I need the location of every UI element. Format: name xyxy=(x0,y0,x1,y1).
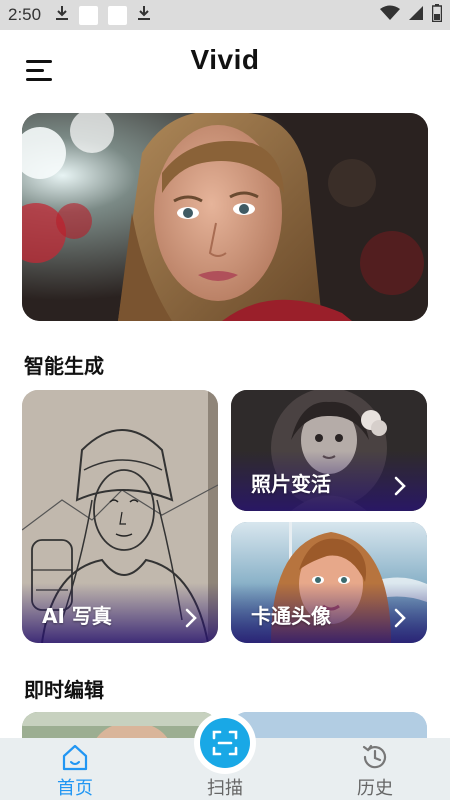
menu-line xyxy=(26,78,52,81)
card-label-cartoon-avatar: 卡通头像 xyxy=(251,604,331,628)
hero-banner[interactable] xyxy=(22,113,428,321)
download-icon xyxy=(137,5,151,25)
card-label-photo-transform: 照片变活 xyxy=(251,472,331,496)
nav-home-label: 首页 xyxy=(57,778,93,799)
hero-portrait-image xyxy=(22,113,428,321)
wifi-icon xyxy=(380,5,400,25)
nav-history-label: 历史 xyxy=(357,778,393,799)
status-time: 2:50 xyxy=(8,5,42,24)
nav-home[interactable]: 首页 xyxy=(30,738,120,800)
status-bar: 2:50 xyxy=(0,0,450,30)
download-icon xyxy=(55,5,69,25)
home-icon xyxy=(62,744,88,771)
nav-history[interactable]: 历史 xyxy=(330,738,420,800)
card-ai-portrait[interactable]: AI 写真 xyxy=(22,390,218,643)
scan-icon xyxy=(212,730,238,756)
app-screen: 2:50 Vivid 智能生成 AI 写真 照片变活 卡通头像 即时编辑 首页 … xyxy=(0,0,450,800)
chevron-right-icon xyxy=(394,608,406,628)
signal-icon xyxy=(408,5,424,25)
card-cartoon-avatar[interactable]: 卡通头像 xyxy=(231,522,427,643)
app-header: Vivid xyxy=(0,30,450,110)
chevron-right-icon xyxy=(185,608,197,628)
scan-button[interactable] xyxy=(200,718,250,768)
status-right-icons xyxy=(380,0,443,30)
notification-square-icon xyxy=(108,5,128,25)
history-icon xyxy=(362,744,387,769)
card-label-ai-portrait: AI 写真 xyxy=(42,604,112,628)
battery-icon xyxy=(431,4,443,26)
chevron-right-icon xyxy=(394,476,406,496)
section-title-instant-edit: 即时编辑 xyxy=(24,678,104,702)
section-title-smart-generate: 智能生成 xyxy=(24,354,104,378)
card-photo-transform[interactable]: 照片变活 xyxy=(231,390,427,511)
app-title: Vivid xyxy=(190,44,260,75)
notification-square-icon xyxy=(79,5,99,25)
nav-scan-label: 扫描 xyxy=(207,778,243,799)
